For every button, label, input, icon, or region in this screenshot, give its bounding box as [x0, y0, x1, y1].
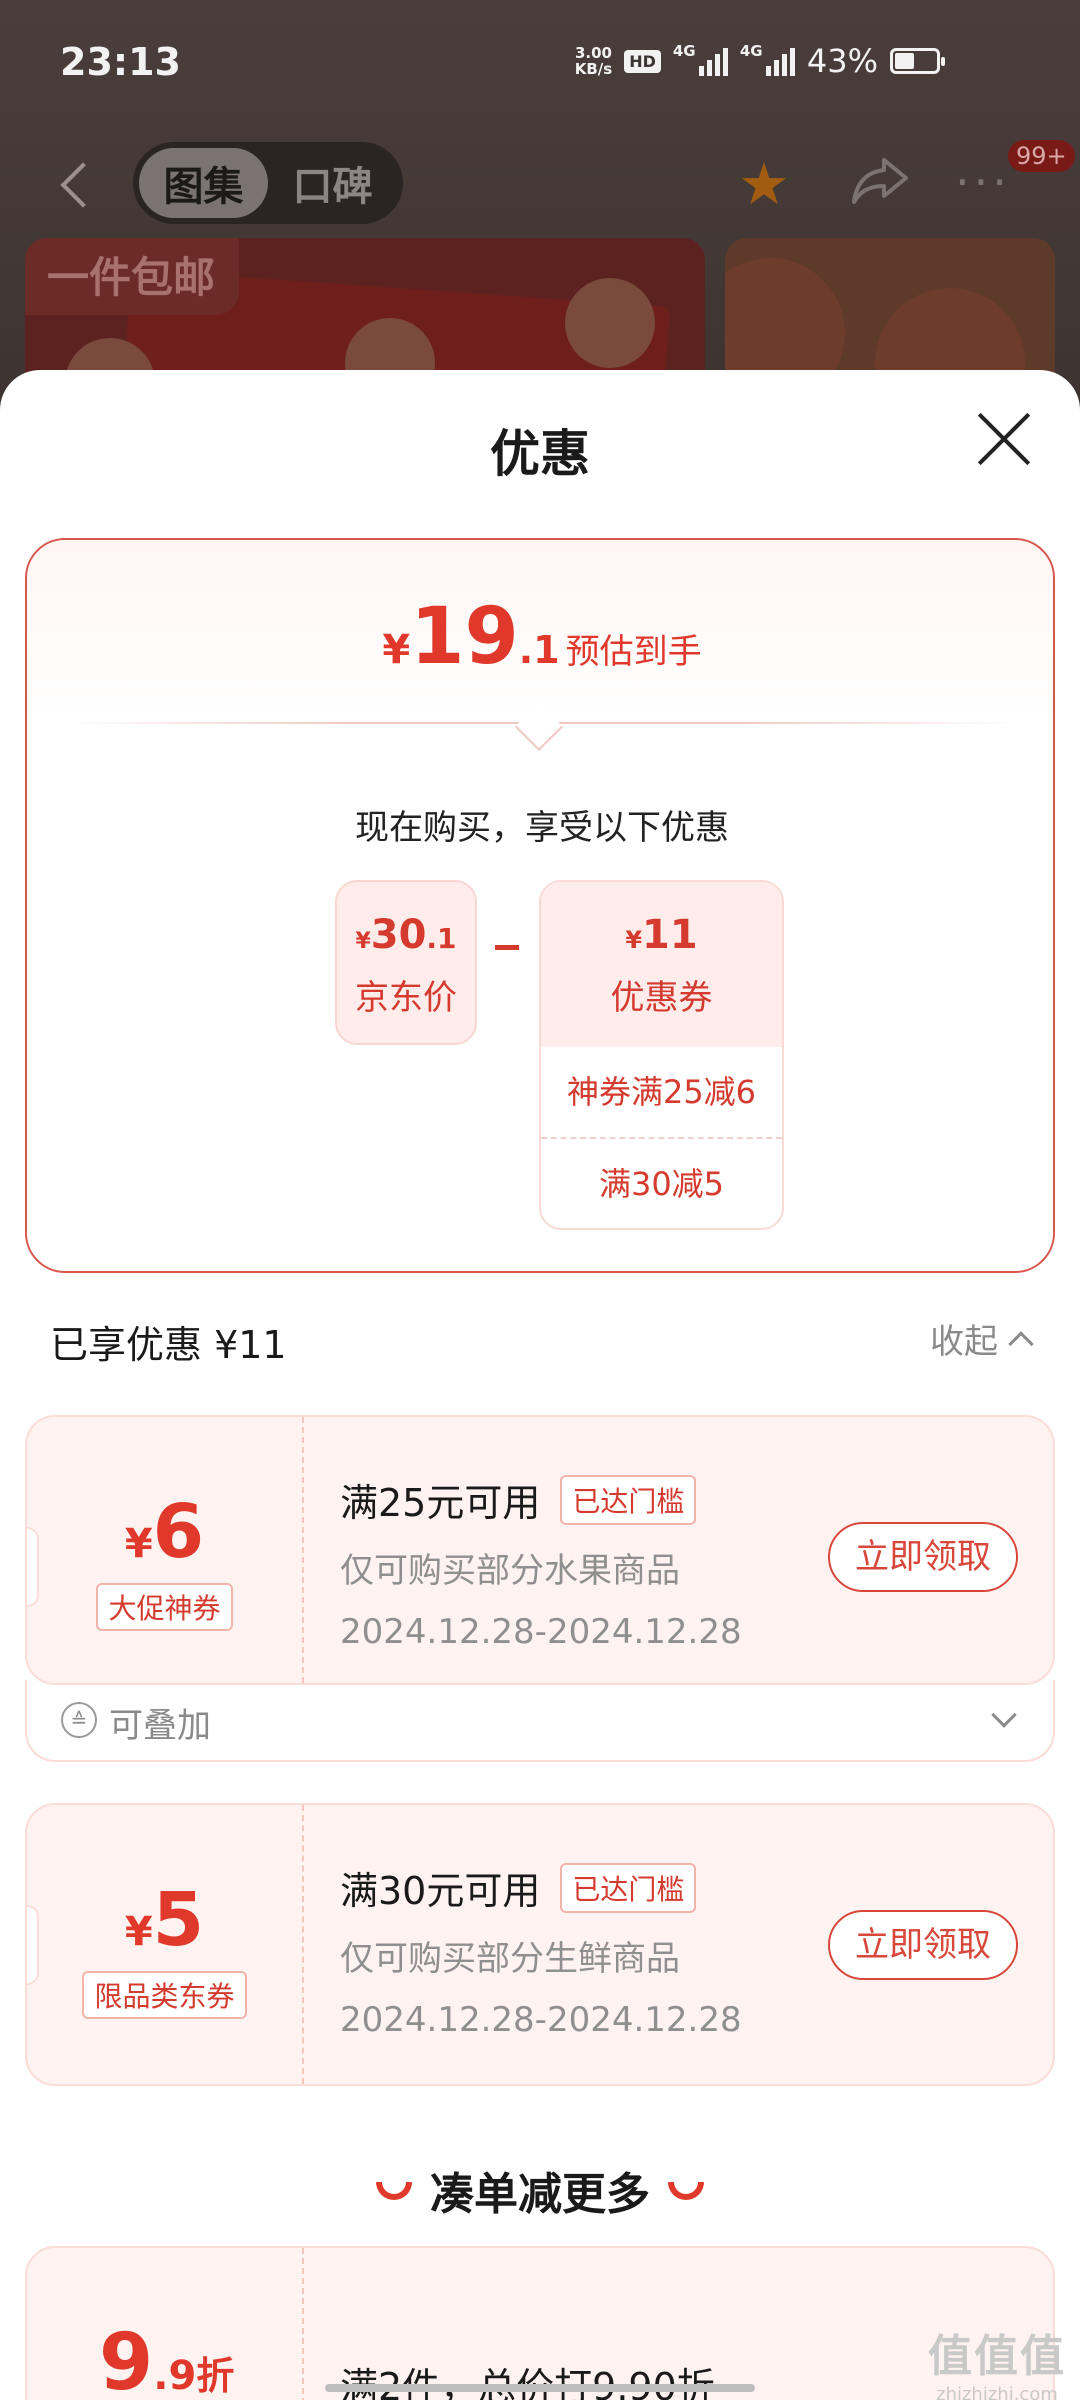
estimated-price: ¥19.1 预估到手 [382, 592, 702, 682]
battery-fill [895, 53, 914, 69]
discount-sheet: 优惠 ¥19.1 预估到手 现在购买，享受以下优惠 ¥30.1 京东价 ¥11 优… [0, 370, 1080, 2400]
signal-icon: 4G [673, 42, 728, 76]
free-shipping-tag: 一件包邮 [25, 238, 240, 315]
coupon-item: ¥6 大促神券 满25元可用 已达门槛 仅可购买部分水果商品 2024.12.28… [25, 1415, 1055, 1685]
share-icon[interactable] [850, 152, 910, 208]
buy-now-text: 现在购买，享受以下优惠 [355, 808, 729, 848]
battery-percent: 43% [806, 42, 878, 80]
network-speed: 3.00 KB/s [574, 44, 613, 78]
threshold-reached-badge: 已达门槛 [560, 1862, 697, 1913]
more-icon[interactable]: ··· [955, 155, 1011, 209]
coupon-separator [302, 1417, 304, 1683]
chevron-up-icon [1008, 1330, 1034, 1357]
threshold-reached-badge: 已达门槛 [560, 1474, 697, 1525]
close-icon[interactable] [975, 410, 1033, 468]
coupon-separator [302, 1805, 304, 2084]
coupon-total-label: 优惠券 [610, 978, 713, 1018]
notification-badge: 99+ [1008, 140, 1075, 172]
star-icon[interactable]: ★ [738, 150, 790, 218]
coupon-stub: ¥5 限品类东券 [27, 1805, 302, 2084]
claim-button[interactable]: 立即领取 [828, 1522, 1018, 1592]
media-tabs: 图集 口碑 [133, 142, 403, 224]
coupon-total-value: ¥11 [625, 912, 698, 958]
stack-icon: ≙ [61, 1702, 97, 1738]
coupon-validity: 2024.12.28-2024.12.28 [340, 1612, 742, 1652]
minus-sign [495, 945, 519, 950]
more-deals-title: 凑单减更多 [0, 2158, 1080, 2222]
coupon-scope: 仅可购买部分生鲜商品 [340, 1939, 680, 1979]
coupon-info: 满30元可用 已达门槛 仅可购买部分生鲜商品 2024.12.28-2024.12… [340, 1860, 742, 2040]
coupon-total: ¥11 优惠券 [541, 882, 782, 1047]
coupon-info: 满25元可用 已达门槛 仅可购买部分水果商品 2024.12.28-2024.12… [340, 1472, 742, 1652]
coupon-breakdown-item: 神券满25减6 [566, 1073, 757, 1111]
smile-right-icon [668, 2182, 704, 2200]
claim-button[interactable]: 立即领取 [828, 1910, 1018, 1980]
coupon-condition: 满30元可用 已达门槛 [340, 1860, 742, 1915]
coupon-scope: 仅可购买部分水果商品 [340, 1551, 680, 1591]
jd-price-card: ¥30.1 京东价 [335, 880, 477, 1045]
coupon-validity: 2024.12.28-2024.12.28 [340, 2000, 742, 2040]
signal-icon-2: 4G [740, 42, 795, 76]
battery-icon [890, 48, 945, 74]
jd-price-value: ¥30.1 [355, 912, 457, 958]
tab-reviews[interactable]: 口碑 [268, 148, 397, 218]
coupon-type-badge: 大促神券 [96, 1583, 233, 1631]
coupon-total-card: ¥11 优惠券 神券满25减6 满30减5 [539, 880, 784, 1230]
coupon-amount: ¥5 [124, 1877, 205, 1963]
enjoyed-discount: 已享优惠 ¥11 [50, 1323, 287, 1367]
chevron-down-icon [991, 1702, 1017, 1728]
coupon-condition: 满25元可用 已达门槛 [340, 1472, 742, 1527]
divider-notch [514, 702, 564, 752]
bundle-discount-item[interactable]: 9.9折 满2件，总价打9.90折 [25, 2246, 1055, 2400]
status-bar: 23:13 3.00 KB/s HD 4G 4G 43% [0, 0, 1080, 120]
coupon-amount: ¥6 [124, 1489, 205, 1575]
back-icon[interactable] [55, 155, 95, 215]
stackable-row[interactable]: ≙ 可叠加 [25, 1680, 1055, 1762]
coupon-breakdown-item: 满30减5 [541, 1137, 782, 1227]
bundle-condition: 满2件，总价打9.90折 [340, 2365, 715, 2400]
coupon-separator [302, 2248, 304, 2400]
status-indicators: 3.00 KB/s HD 4G 4G 43% [574, 42, 945, 80]
bundle-discount: 9.9折 [99, 2318, 235, 2400]
coupon-stub: ¥6 大促神券 [27, 1417, 302, 1683]
collapse-toggle[interactable]: 收起 [930, 1314, 1034, 1363]
jd-price-label: 京东价 [355, 978, 457, 1018]
sheet-title: 优惠 [490, 425, 590, 483]
home-indicator[interactable] [325, 2384, 755, 2392]
hd-icon: HD [624, 49, 661, 73]
tab-gallery[interactable]: 图集 [139, 148, 268, 218]
price-summary-card: ¥19.1 预估到手 现在购买，享受以下优惠 ¥30.1 京东价 ¥11 优惠券 … [25, 538, 1055, 1273]
coupon-item: ¥5 限品类东券 满30元可用 已达门槛 仅可购买部分生鲜商品 2024.12.2… [25, 1803, 1055, 2086]
apple [565, 278, 655, 368]
status-time: 23:13 [60, 40, 181, 84]
smile-left-icon [376, 2182, 412, 2200]
watermark: 值值值 zhizhizhi.com [928, 2331, 1066, 2400]
stackable-label: 可叠加 [109, 1706, 211, 1746]
coupon-type-badge: 限品类东券 [82, 1971, 247, 2019]
